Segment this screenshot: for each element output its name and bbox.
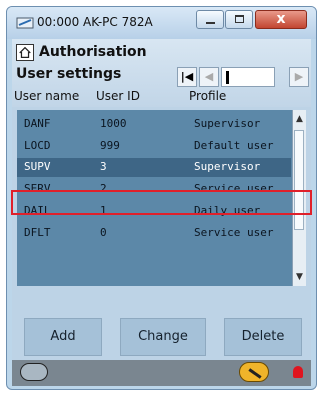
client-area: Authorisation User settings |◀ ◀ ▶ User … bbox=[11, 39, 312, 386]
next-icon: ▶ bbox=[294, 70, 304, 83]
cell-user-id: 1000 bbox=[100, 117, 127, 130]
cell-user-name: DANF bbox=[24, 117, 51, 130]
next-page-button[interactable]: ▶ bbox=[289, 67, 309, 87]
col-header-profile: Profile bbox=[189, 89, 227, 103]
cell-profile: Default user bbox=[194, 139, 274, 152]
wrench-icon[interactable] bbox=[239, 362, 269, 382]
app-window: 00:000 AK-PC 782A x Authorisation User s… bbox=[6, 6, 317, 390]
table-row[interactable]: DANF 1000 Supervisor bbox=[17, 115, 291, 134]
status-bar bbox=[12, 360, 311, 386]
page-indicator[interactable] bbox=[221, 67, 275, 87]
header-panel: Authorisation User settings |◀ ◀ ▶ User … bbox=[12, 39, 311, 107]
selection-highlight-box bbox=[11, 190, 312, 215]
add-button[interactable]: Add bbox=[24, 318, 102, 356]
close-button[interactable]: x bbox=[255, 10, 307, 29]
skip-first-icon: |◀ bbox=[180, 70, 194, 83]
page-subtitle: User settings bbox=[16, 66, 122, 82]
prev-icon: ◀ bbox=[204, 70, 214, 83]
cell-user-id: 999 bbox=[100, 139, 120, 152]
cursor-icon bbox=[226, 71, 229, 84]
cell-user-name: LOCD bbox=[24, 139, 51, 152]
action-bar: Add Change Delete bbox=[12, 301, 311, 361]
maximize-button[interactable] bbox=[225, 10, 253, 29]
maximize-icon bbox=[235, 15, 244, 23]
glasses-icon[interactable] bbox=[20, 363, 48, 381]
cell-user-name: SUPV bbox=[24, 160, 51, 173]
alarm-bell-icon[interactable] bbox=[293, 366, 303, 378]
scroll-up-icon[interactable]: ▲ bbox=[296, 114, 303, 124]
window-title: 00:000 AK-PC 782A bbox=[37, 15, 153, 29]
cell-user-name: DFLT bbox=[24, 226, 51, 239]
home-icon[interactable] bbox=[16, 44, 34, 61]
scroll-down-icon[interactable]: ▼ bbox=[296, 272, 303, 282]
scroll-thumb[interactable] bbox=[294, 130, 304, 230]
delete-button[interactable]: Delete bbox=[224, 318, 302, 356]
col-header-user-id: User ID bbox=[96, 89, 140, 103]
cell-profile: Service user bbox=[194, 226, 274, 239]
table-row-selected[interactable]: SUPV 3 Supervisor bbox=[17, 158, 291, 177]
cell-user-id: 3 bbox=[100, 160, 107, 173]
cell-profile: Supervisor bbox=[194, 117, 261, 130]
minimize-button[interactable] bbox=[196, 10, 224, 29]
first-page-button[interactable]: |◀ bbox=[177, 67, 197, 87]
wrench-shape bbox=[248, 368, 262, 379]
cell-profile: Supervisor bbox=[194, 160, 261, 173]
col-header-user-name: User name bbox=[14, 89, 80, 103]
change-button[interactable]: Change bbox=[120, 318, 206, 356]
cell-user-id: 0 bbox=[100, 226, 107, 239]
title-bar: 00:000 AK-PC 782A x bbox=[7, 7, 316, 39]
page-title: Authorisation bbox=[39, 44, 147, 60]
network-icon bbox=[16, 17, 34, 29]
table-row[interactable]: LOCD 999 Default user bbox=[17, 137, 291, 156]
prev-page-button[interactable]: ◀ bbox=[199, 67, 219, 87]
table-row[interactable]: DFLT 0 Service user bbox=[17, 224, 291, 243]
minimize-icon bbox=[206, 22, 215, 24]
